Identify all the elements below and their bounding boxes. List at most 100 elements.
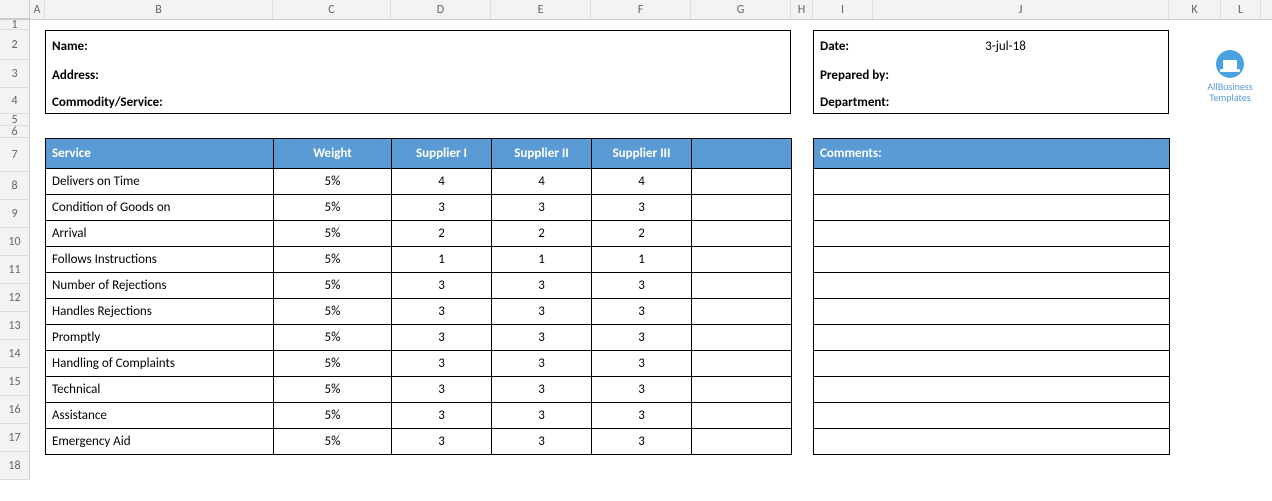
header-comments[interactable]: Comments:	[814, 139, 1170, 169]
cell-blank[interactable]	[692, 351, 792, 377]
comment-cell[interactable]	[814, 273, 1170, 299]
cell-blank[interactable]	[692, 169, 792, 195]
row-header-8[interactable]: 8	[0, 172, 29, 200]
cell-service-name[interactable]: Technical	[46, 377, 274, 403]
column-header-E[interactable]: E	[491, 0, 591, 19]
cell-blank[interactable]	[692, 325, 792, 351]
cell-service-name[interactable]: Handles Rejections	[46, 299, 274, 325]
cell-blank[interactable]	[692, 221, 792, 247]
cell-supplier-1[interactable]: 3	[392, 325, 492, 351]
cell-service-name[interactable]: Emergency Aid	[46, 429, 274, 455]
cell-weight[interactable]: 5%	[274, 247, 392, 273]
cell-supplier-3[interactable]: 1	[592, 247, 692, 273]
cell-supplier-2[interactable]: 3	[492, 377, 592, 403]
cell-supplier-1[interactable]: 2	[392, 221, 492, 247]
cell-supplier-3[interactable]: 2	[592, 221, 692, 247]
cell-supplier-2[interactable]: 3	[492, 351, 592, 377]
column-header-F[interactable]: F	[591, 0, 691, 19]
comment-cell[interactable]	[814, 299, 1170, 325]
cell-supplier-1[interactable]: 3	[392, 377, 492, 403]
cell-supplier-3[interactable]: 3	[592, 299, 692, 325]
cell-supplier-1[interactable]: 3	[392, 429, 492, 455]
row-header-10[interactable]: 10	[0, 228, 29, 256]
cell-supplier-2[interactable]: 3	[492, 429, 592, 455]
cell-service-name[interactable]: Promptly	[46, 325, 274, 351]
column-header-L[interactable]: L	[1221, 0, 1261, 19]
comment-cell[interactable]	[814, 221, 1170, 247]
cell-supplier-3[interactable]: 3	[592, 403, 692, 429]
cell-service-name[interactable]: Handling of Complaints	[46, 351, 274, 377]
row-header-6[interactable]: 6	[0, 126, 29, 138]
cell-supplier-3[interactable]: 3	[592, 377, 692, 403]
column-header-J[interactable]: J	[873, 0, 1169, 19]
header-blank[interactable]	[692, 139, 792, 169]
cell-supplier-3[interactable]: 3	[592, 325, 692, 351]
column-header-A[interactable]: A	[30, 0, 45, 19]
header-weight[interactable]: Weight	[274, 139, 392, 169]
cell-supplier-1[interactable]: 3	[392, 403, 492, 429]
row-header-4[interactable]: 4	[0, 88, 29, 114]
select-all-corner[interactable]	[0, 0, 30, 19]
cell-service-name[interactable]: Number of Rejections	[46, 273, 274, 299]
comment-cell[interactable]	[814, 195, 1170, 221]
row-header-13[interactable]: 13	[0, 312, 29, 340]
column-header-K[interactable]: K	[1169, 0, 1221, 19]
cell-supplier-1[interactable]: 1	[392, 247, 492, 273]
cell-service-name[interactable]: Delivers on Time	[46, 169, 274, 195]
cell-supplier-2[interactable]: 3	[492, 195, 592, 221]
comment-cell[interactable]	[814, 429, 1170, 455]
cell-supplier-2[interactable]: 3	[492, 273, 592, 299]
cell-blank[interactable]	[692, 377, 792, 403]
cell-weight[interactable]: 5%	[274, 169, 392, 195]
cell-supplier-3[interactable]: 3	[592, 273, 692, 299]
cell-blank[interactable]	[692, 195, 792, 221]
cell-supplier-2[interactable]: 3	[492, 325, 592, 351]
comment-cell[interactable]	[814, 403, 1170, 429]
row-header-7[interactable]: 7	[0, 138, 29, 172]
column-header-H[interactable]: H	[791, 0, 813, 19]
cell-supplier-1[interactable]: 3	[392, 273, 492, 299]
cell-weight[interactable]: 5%	[274, 351, 392, 377]
comment-cell[interactable]	[814, 351, 1170, 377]
cell-weight[interactable]: 5%	[274, 195, 392, 221]
cell-supplier-2[interactable]: 1	[492, 247, 592, 273]
comment-cell[interactable]	[814, 169, 1170, 195]
cell-service-name[interactable]: Condition of Goods on	[46, 195, 274, 221]
row-header-16[interactable]: 16	[0, 396, 29, 424]
row-header-14[interactable]: 14	[0, 340, 29, 368]
cell-supplier-2[interactable]: 3	[492, 299, 592, 325]
cell-service-name[interactable]: Follows Instructions	[46, 247, 274, 273]
cell-supplier-1[interactable]: 3	[392, 299, 492, 325]
cell-blank[interactable]	[692, 299, 792, 325]
cell-supplier-2[interactable]: 3	[492, 403, 592, 429]
cell-blank[interactable]	[692, 247, 792, 273]
cell-weight[interactable]: 5%	[274, 273, 392, 299]
cell-weight[interactable]: 5%	[274, 299, 392, 325]
cell-weight[interactable]: 5%	[274, 221, 392, 247]
row-header-2[interactable]: 2	[0, 30, 29, 60]
cell-blank[interactable]	[692, 273, 792, 299]
cell-supplier-2[interactable]: 4	[492, 169, 592, 195]
cell-weight[interactable]: 5%	[274, 325, 392, 351]
cell-service-name[interactable]: Arrival	[46, 221, 274, 247]
row-header-1[interactable]: 1	[0, 20, 29, 30]
column-header-I[interactable]: I	[813, 0, 873, 19]
cell-supplier-3[interactable]: 3	[592, 351, 692, 377]
cell-blank[interactable]	[692, 403, 792, 429]
cell-supplier-3[interactable]: 4	[592, 169, 692, 195]
cell-weight[interactable]: 5%	[274, 429, 392, 455]
cell-area[interactable]: Name: Address: Commodity/Service: Date: …	[30, 20, 1272, 480]
comment-cell[interactable]	[814, 377, 1170, 403]
cell-supplier-3[interactable]: 3	[592, 195, 692, 221]
row-header-11[interactable]: 11	[0, 256, 29, 284]
cell-service-name[interactable]: Assistance	[46, 403, 274, 429]
comment-cell[interactable]	[814, 247, 1170, 273]
cell-weight[interactable]: 5%	[274, 403, 392, 429]
cell-supplier-1[interactable]: 3	[392, 351, 492, 377]
header-service[interactable]: Service	[46, 139, 274, 169]
column-header-D[interactable]: D	[391, 0, 491, 19]
row-header-15[interactable]: 15	[0, 368, 29, 396]
cell-weight[interactable]: 5%	[274, 377, 392, 403]
cell-supplier-2[interactable]: 2	[492, 221, 592, 247]
row-header-17[interactable]: 17	[0, 424, 29, 452]
